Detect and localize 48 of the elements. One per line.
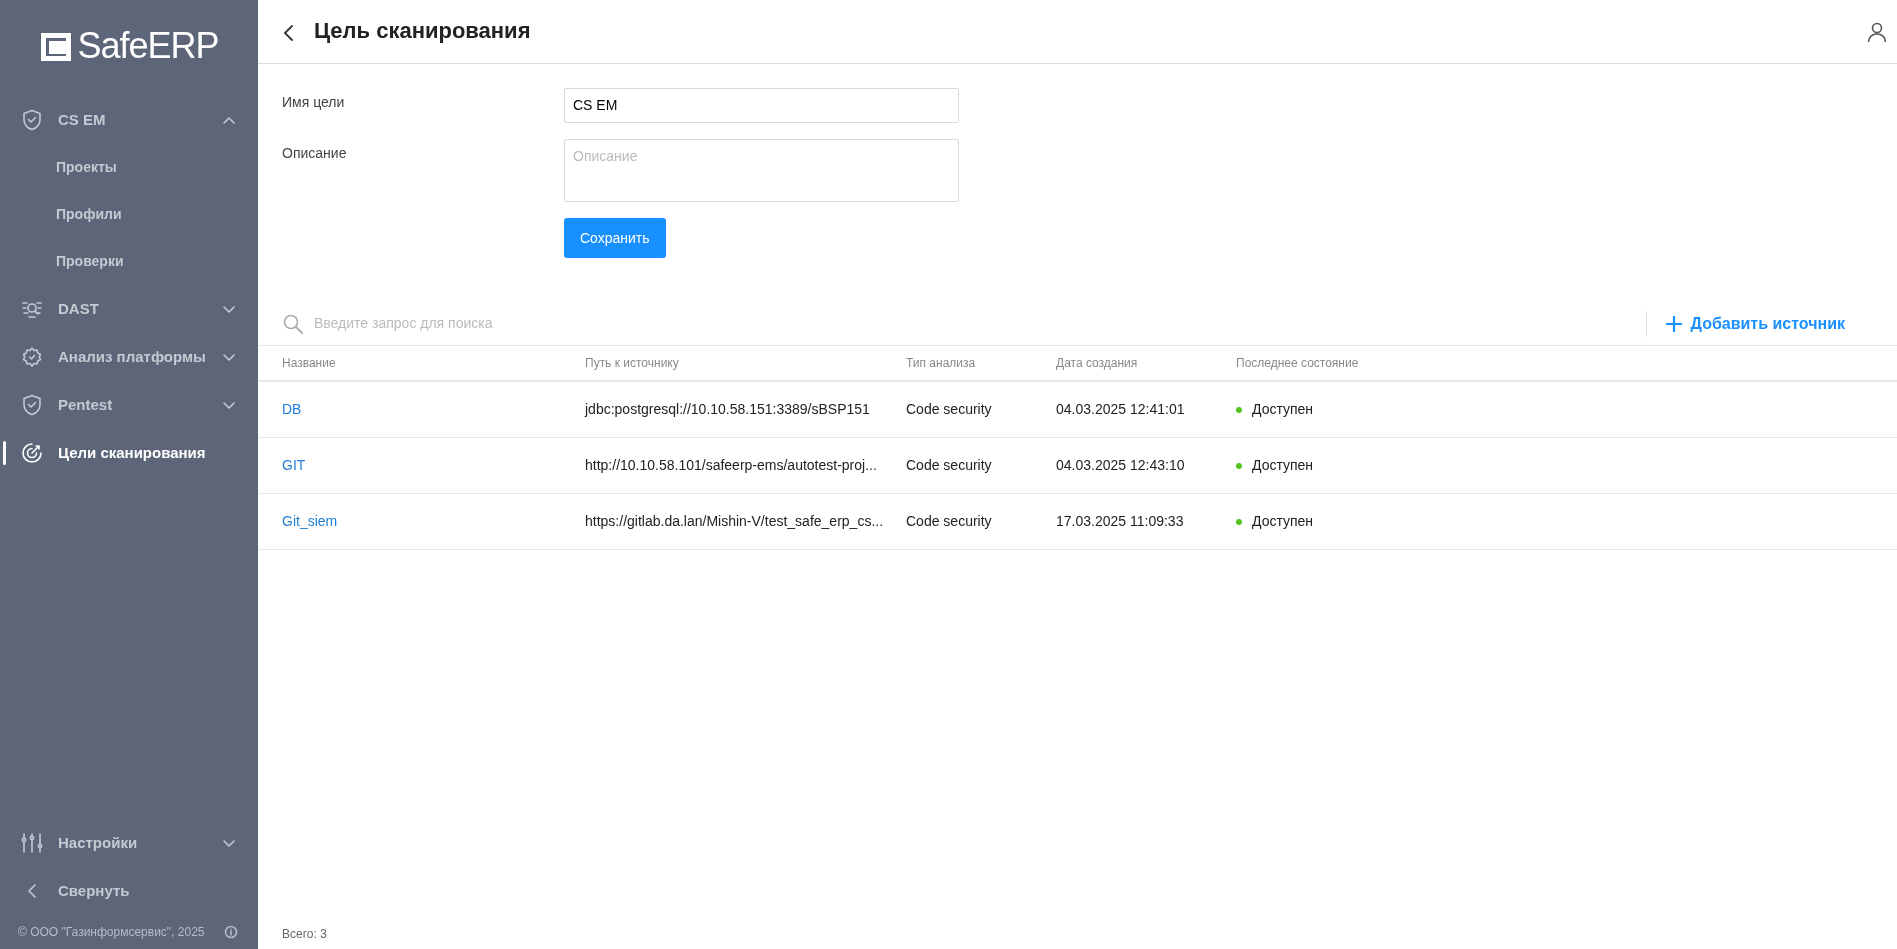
table-cell-text: 04.03.2025 12:41:01 <box>1056 400 1185 419</box>
description-field[interactable]: Описание <box>564 139 959 202</box>
field-label: Имя цели <box>282 93 346 112</box>
table-cell-text: https://gitlab.da.lan/Mishin-V/test_safe_erp_cs... <box>585 512 884 531</box>
total-count: Всего: 3 <box>282 927 327 941</box>
settings-item[interactable]: Настройки <box>0 819 258 867</box>
column-header: Название <box>282 355 337 372</box>
table-cell-text: 17.03.2025 11:09:33 <box>1056 512 1184 531</box>
column-header: Дата создания <box>1056 355 1139 372</box>
column-header: Тип анализа <box>906 355 977 372</box>
sidebar-subitem[interactable]: Проверки <box>0 238 258 285</box>
table-cell-text: Code security <box>906 512 992 531</box>
sidebar-item[interactable]: Анализ платформы <box>0 333 258 381</box>
field-label: Описание <box>282 144 348 163</box>
target-icon <box>20 441 44 465</box>
add-source-button[interactable]: Добавить источник <box>1645 310 1845 337</box>
status-text: Доступен <box>1252 456 1314 475</box>
table-cell-text: Code security <box>906 400 992 419</box>
table-cell-text: http://10.10.58.101/safeerp-ems/autotest-proj... <box>585 456 877 475</box>
source-link[interactable]: DB <box>282 399 302 420</box>
column-header: Путь к источнику <box>585 355 680 372</box>
info-icon <box>224 925 238 939</box>
collapse-button[interactable]: Свернуть <box>0 867 258 915</box>
sidebar-subitem[interactable]: Проекты <box>0 144 258 191</box>
column-header: Последнее состояние <box>1236 355 1360 372</box>
sliders-icon <box>20 831 44 855</box>
page-title: Цель сканирования <box>314 18 531 45</box>
plus-icon <box>1664 314 1683 333</box>
name-field[interactable]: CS EM <box>564 88 959 123</box>
table-cell-text: 04.03.2025 12:43:10 <box>1056 456 1185 475</box>
table-cell-text: jdbc:postgresql://10.10.58.151:3389/sBSP151 <box>585 400 870 419</box>
logo-text: SafeERP <box>77 28 219 64</box>
sidebar-item[interactable]: DAST <box>0 285 258 333</box>
source-link[interactable]: Git_siem <box>282 511 338 532</box>
copyright-text: © ООО "Газинформсервис", 2025 <box>18 924 205 941</box>
shield-check-icon <box>20 393 44 417</box>
save-button[interactable]: Сохранить <box>564 218 666 258</box>
sidebar-item[interactable]: CS EM <box>0 96 258 144</box>
gear-check-icon <box>20 345 44 369</box>
sidebar-item[interactable]: Цели сканирования <box>0 429 258 477</box>
shield-check-icon <box>20 108 44 132</box>
search-icon <box>282 312 304 335</box>
sidebar-item[interactable]: Pentest <box>0 381 258 429</box>
table-cell-text: Code security <box>906 456 992 475</box>
sidebar-subitem[interactable]: Профили <box>0 191 258 238</box>
status-text: Доступен <box>1252 400 1314 419</box>
status-text: Доступен <box>1252 512 1314 531</box>
source-link[interactable]: GIT <box>282 455 306 476</box>
